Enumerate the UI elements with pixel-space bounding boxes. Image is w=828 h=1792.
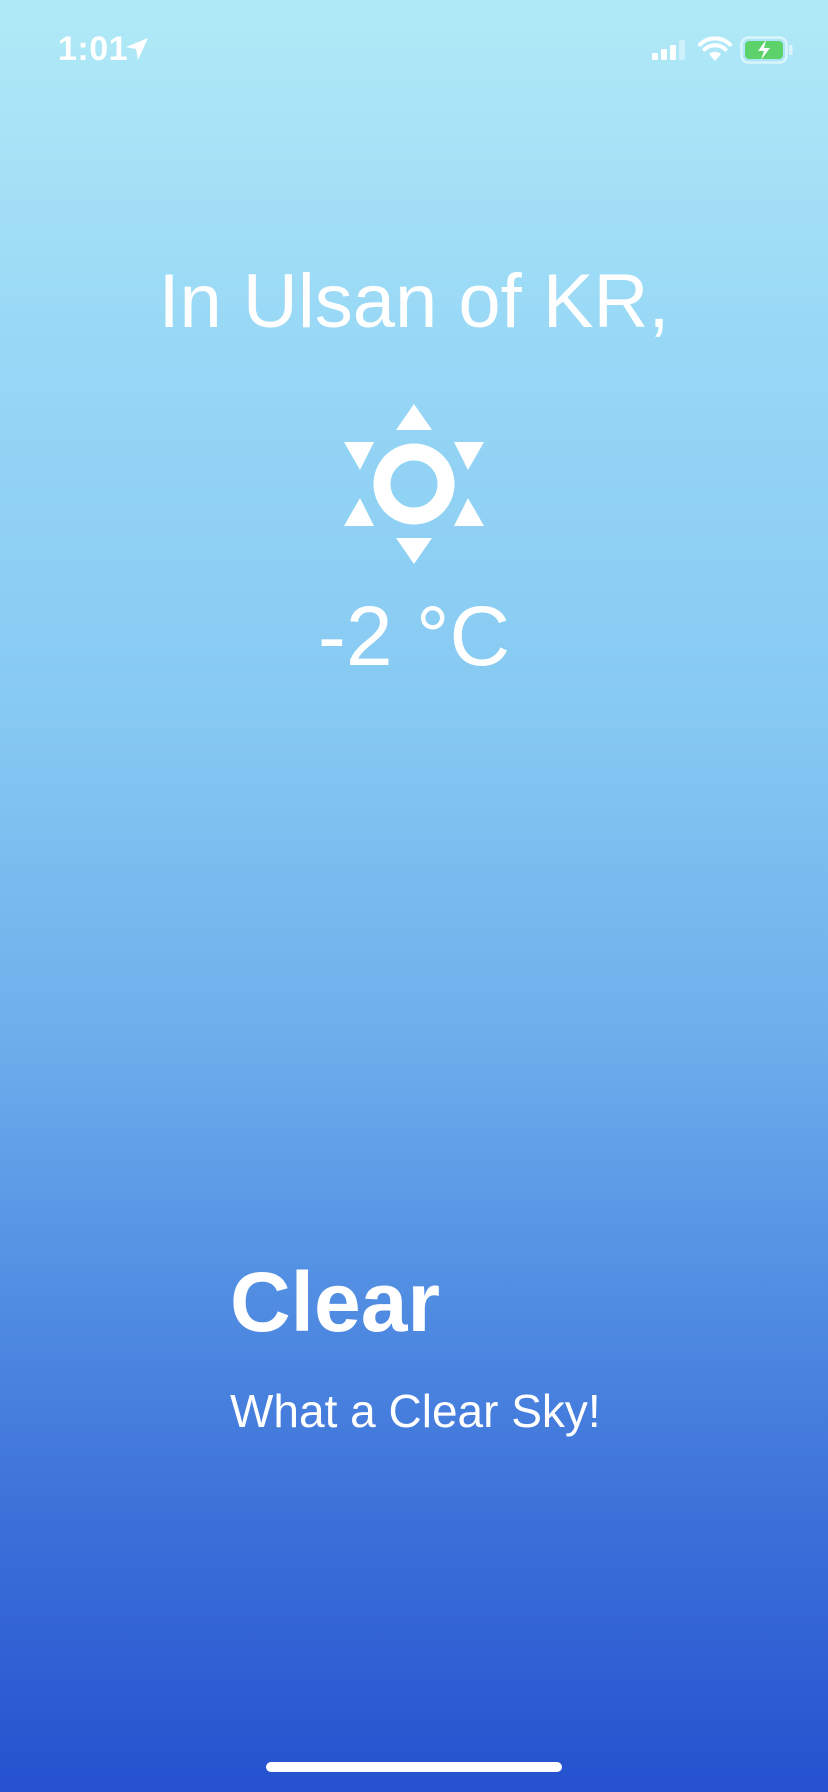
home-indicator[interactable] (266, 1762, 562, 1772)
signal-icon (652, 40, 688, 65)
battery-charging-icon (740, 36, 794, 69)
location-arrow-icon (124, 36, 150, 67)
weather-screen: 1:01 In Ulsan of KR, -2 °C Clear What a … (0, 0, 828, 1792)
location-title: In Ulsan of KR, (158, 259, 670, 344)
temperature-label: -2 °C (317, 589, 511, 683)
condition-message: What a Clear Sky! (230, 1385, 601, 1437)
condition-title: Clear (230, 1255, 441, 1349)
status-time: 1:01 (58, 30, 129, 68)
sun-icon (340, 400, 488, 573)
status-bar: 1:01 (0, 0, 828, 100)
wifi-icon (698, 36, 732, 67)
